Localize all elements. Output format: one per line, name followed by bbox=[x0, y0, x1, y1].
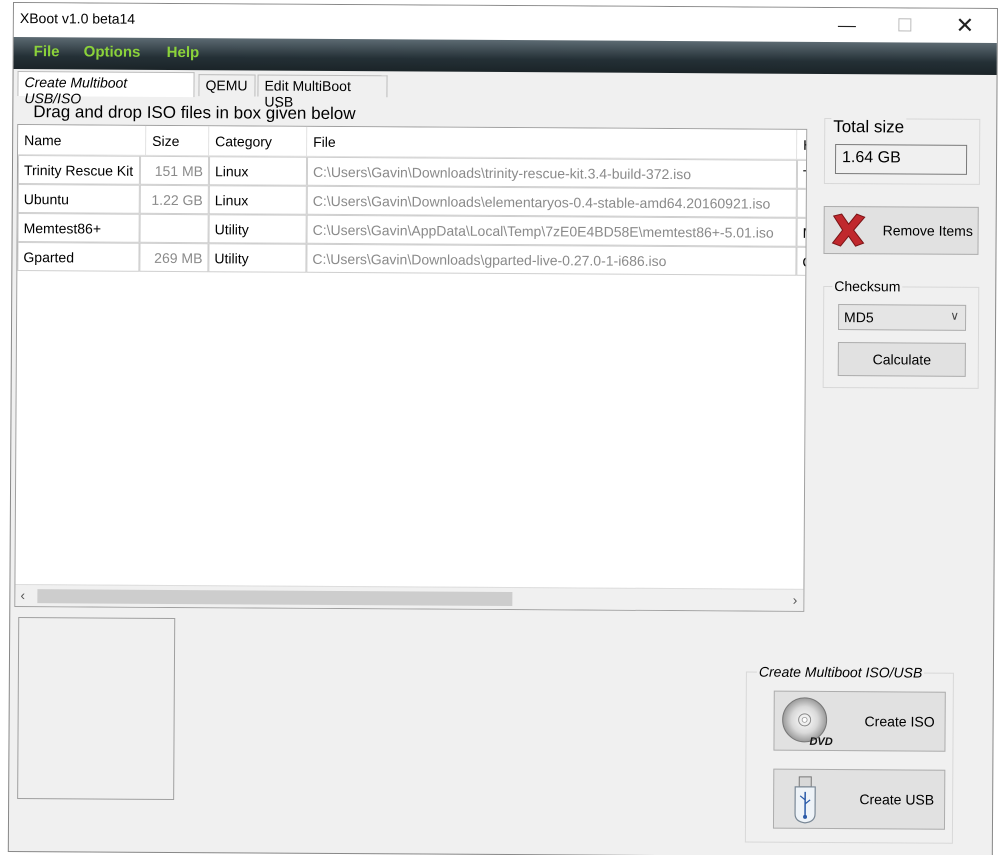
list-header: Name Size Category File H bbox=[18, 125, 807, 160]
cell-extra: G bbox=[796, 246, 808, 276]
menu-bar: File Options Help bbox=[13, 37, 997, 76]
checksum-label: Checksum bbox=[832, 278, 903, 295]
cell-extra: T bbox=[796, 159, 808, 189]
checksum-select[interactable]: MD5 ∨ bbox=[838, 304, 967, 331]
cell-name: Gparted bbox=[17, 242, 140, 272]
maximize-button[interactable]: ☐ bbox=[882, 8, 928, 42]
checksum-selected: MD5 bbox=[844, 309, 874, 326]
cell-size: 151 MB bbox=[139, 155, 210, 186]
tab-qemu[interactable]: QEMU bbox=[198, 74, 256, 97]
create-iso-label: Create ISO bbox=[864, 713, 935, 730]
menu-options[interactable]: Options bbox=[84, 43, 141, 60]
chevron-down-icon: ∨ bbox=[950, 308, 960, 323]
horizontal-scrollbar[interactable]: ‹ › bbox=[15, 584, 804, 611]
create-iso-button[interactable]: DVD Create ISO bbox=[773, 690, 946, 752]
remove-items-button[interactable]: Remove Items bbox=[823, 205, 979, 255]
minimize-button[interactable]: — bbox=[824, 8, 870, 42]
create-group-label: Create Multiboot ISO/USB bbox=[756, 663, 925, 681]
create-usb-label: Create USB bbox=[859, 791, 935, 808]
cell-size: 269 MB bbox=[139, 242, 209, 273]
cell-name: Ubuntu bbox=[17, 184, 140, 214]
cell-category: Linux bbox=[208, 185, 307, 215]
cell-category: Linux bbox=[208, 156, 308, 186]
drag-drop-instruction: Drag and drop ISO files in box given bel… bbox=[33, 102, 356, 124]
checksum-group: Checksum MD5 ∨ Calculate bbox=[822, 278, 980, 389]
tab-edit-multiboot[interactable]: Edit MultiBoot USB bbox=[257, 74, 388, 110]
cell-file: C:\Users\Gavin\Downloads\elementaryos-0.… bbox=[306, 185, 797, 218]
scroll-left-icon[interactable]: ‹ bbox=[20, 587, 25, 603]
cell-extra: M bbox=[796, 217, 808, 247]
calculate-button[interactable]: Calculate bbox=[837, 342, 966, 377]
menu-file[interactable]: File bbox=[34, 43, 60, 60]
cell-file: C:\Users\Gavin\Downloads\gparted-live-0.… bbox=[306, 243, 797, 276]
column-header-size[interactable]: Size bbox=[146, 125, 210, 157]
preview-panel bbox=[17, 617, 176, 800]
dvd-icon: DVD bbox=[782, 697, 833, 748]
column-header-extra[interactable]: H bbox=[797, 130, 807, 160]
remove-items-label: Remove Items bbox=[882, 222, 973, 239]
column-header-file[interactable]: File bbox=[307, 126, 798, 160]
total-size-label: Total size bbox=[831, 117, 907, 138]
scroll-right-icon[interactable]: › bbox=[793, 592, 798, 608]
close-button[interactable]: ✕ bbox=[942, 9, 988, 43]
cell-size: 1.22 GB bbox=[139, 184, 209, 215]
total-size-value: 1.64 GB bbox=[834, 144, 968, 175]
usb-drive-icon bbox=[794, 776, 816, 824]
iso-list[interactable]: Name Size Category File H Trinity Rescue… bbox=[14, 124, 808, 612]
scroll-thumb[interactable] bbox=[37, 589, 513, 607]
create-multiboot-group: Create Multiboot ISO/USB DVD Create ISO bbox=[744, 663, 954, 844]
cell-size bbox=[139, 213, 209, 244]
column-header-name[interactable]: Name bbox=[18, 125, 147, 156]
cell-extra bbox=[796, 188, 808, 218]
cell-category: Utility bbox=[208, 243, 307, 273]
tab-create-multiboot[interactable]: Create Multiboot USB/ISO bbox=[17, 71, 195, 106]
total-size-group: Total size 1.64 GB bbox=[823, 117, 981, 185]
cell-name: Trinity Rescue Kit bbox=[17, 155, 141, 185]
cell-name: Memtest86+ bbox=[17, 213, 140, 243]
table-row[interactable]: Gparted 269 MB Utility C:\Users\Gavin\Do… bbox=[17, 242, 808, 276]
column-header-category[interactable]: Category bbox=[209, 126, 308, 157]
cell-category: Utility bbox=[208, 214, 307, 244]
cell-file: C:\Users\Gavin\Downloads\trinity-rescue-… bbox=[306, 156, 798, 189]
xboot-window: XBoot v1.0 beta14 — ☐ ✕ File Options Hel… bbox=[7, 2, 998, 855]
window-title: XBoot v1.0 beta14 bbox=[19, 10, 136, 27]
dvd-logo-text: DVD bbox=[809, 736, 832, 748]
cell-file: C:\Users\Gavin\AppData\Local\Temp\7zE0E4… bbox=[306, 214, 797, 247]
red-x-icon bbox=[831, 213, 866, 247]
menu-help[interactable]: Help bbox=[167, 44, 200, 61]
create-usb-button[interactable]: Create USB bbox=[772, 768, 946, 830]
